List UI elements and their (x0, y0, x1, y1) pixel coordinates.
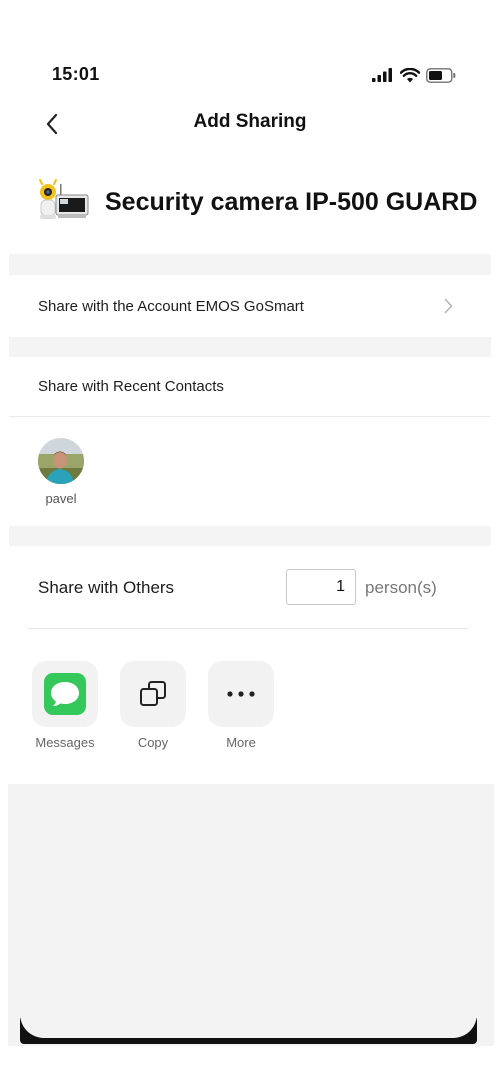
share-tile (120, 661, 186, 727)
share-account-label: Share with the Account EMOS GoSmart (38, 298, 304, 315)
nav-bar: Add Sharing (0, 100, 500, 146)
bottom-panel (8, 784, 494, 1046)
person-photo-icon (38, 438, 84, 484)
device-header: Security camera IP-500 GUARD (0, 170, 500, 240)
divider (28, 628, 468, 629)
contact-item[interactable]: pavel (38, 438, 84, 506)
person-unit-label: person(s) (365, 578, 437, 597)
share-option-label: Copy (137, 735, 169, 750)
share-option-label: Messages (35, 735, 95, 750)
recent-contacts-label: Share with Recent Contacts (38, 378, 224, 395)
messages-icon (44, 673, 86, 715)
section-divider (9, 337, 491, 357)
share-account-row[interactable]: Share with the Account EMOS GoSmart (9, 275, 491, 337)
signal-icon (372, 68, 392, 82)
share-others-label: Share with Others (38, 578, 175, 597)
chevron-right-icon (444, 298, 453, 314)
status-icons (372, 66, 456, 84)
more-icon (227, 691, 255, 697)
share-tile (208, 661, 274, 727)
share-tile (32, 661, 98, 727)
section-divider (9, 254, 491, 275)
device-name: Security camera IP-500 GUARD (105, 188, 478, 216)
share-more-button[interactable]: More (208, 661, 274, 750)
camera-device-icon (39, 179, 89, 219)
share-option-label: More (226, 735, 256, 750)
section-divider (9, 526, 491, 546)
bottom-panel-edge (20, 1014, 477, 1038)
status-time: 15:01 (52, 64, 100, 84)
avatar (38, 438, 84, 484)
copy-icon (140, 681, 166, 706)
recent-contacts-header: Share with Recent Contacts (9, 357, 491, 417)
contact-name: pavel (45, 491, 77, 506)
person-count-input[interactable] (286, 569, 356, 605)
share-copy-button[interactable]: Copy (120, 661, 186, 750)
wifi-icon (400, 67, 420, 82)
share-messages-button[interactable]: Messages (32, 661, 98, 750)
status-bar: 15:01 (0, 0, 500, 100)
page-title: Add Sharing (193, 111, 307, 132)
battery-icon (426, 67, 456, 83)
